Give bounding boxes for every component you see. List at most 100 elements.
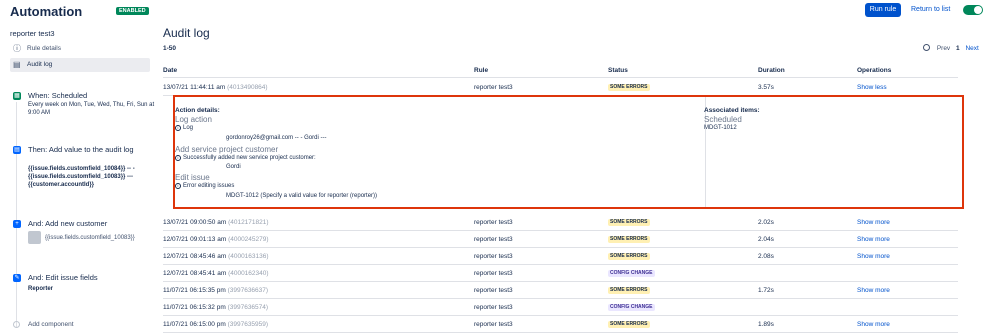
row-rule: reporter test3	[474, 253, 513, 260]
row-date: 12/07/21 09:01:13 am (4000245279)	[163, 236, 269, 243]
status-badge: SOME ERRORS	[608, 83, 650, 91]
top-bar: Automation ENABLED Run rule Return to li…	[0, 0, 999, 24]
row-status: SOME ERRORS	[608, 248, 650, 265]
row-rule: reporter test3	[474, 219, 513, 226]
table-row: 13/07/21 11:44:11 am (4013490864) report…	[163, 79, 958, 96]
row-date: 11/07/21 06:15:35 pm (3997636637)	[163, 287, 269, 294]
enabled-badge: ENABLED	[116, 7, 149, 15]
status-badge: SOME ERRORS	[608, 218, 650, 226]
table-row: 11/07/21 06:15:35 pm (3997636637) reporte…	[163, 282, 958, 299]
row-date: 13/07/21 11:44:11 am (4013490864)	[163, 84, 268, 91]
row-duration: 1.72s	[758, 287, 774, 294]
info-icon: ⓘ	[13, 44, 21, 53]
sidebar-item-label: Audit log	[27, 61, 53, 68]
row-duration: 2.08s	[758, 253, 774, 260]
rule-name: reporter test3	[10, 29, 55, 38]
sidebar-item-audit-log[interactable]: ▤ Audit log	[10, 58, 150, 72]
status-badge: SOME ERRORS	[608, 286, 650, 294]
status-badge: SOME ERRORS	[608, 320, 650, 328]
sidebar: reporter test3 ⓘ Rule details ▤ Audit lo…	[0, 24, 154, 336]
associated-items-heading: Associated items:	[704, 107, 760, 114]
info-icon: i	[175, 125, 181, 131]
pagination: Prev 1 Next	[923, 44, 979, 52]
row-duration: 2.02s	[758, 219, 774, 226]
page-title: Audit log	[163, 26, 210, 40]
add-customer-icon: +	[13, 220, 21, 228]
row-status: SOME ERRORS	[608, 316, 650, 333]
component-title: And: Add new customer	[28, 219, 108, 228]
log-icon: ▤	[13, 146, 21, 154]
column-rule: Rule	[474, 67, 489, 74]
avatar	[28, 231, 41, 244]
row-status: SOME ERRORS	[608, 231, 650, 248]
show-less-link[interactable]: Show less	[857, 79, 887, 96]
calendar-icon: ▦	[13, 92, 21, 100]
component-title: And: Edit issue fields	[28, 273, 98, 282]
result-range: 1-50	[163, 45, 177, 52]
show-more-link[interactable]: Show more	[857, 282, 890, 299]
row-status: CONFIG CHANGE	[608, 265, 655, 282]
info-icon: i	[175, 155, 181, 161]
row-duration: 3.57s	[758, 84, 774, 91]
component-title: Then: Add value to the audit log	[28, 145, 134, 154]
row-rule: reporter test3	[474, 236, 513, 243]
row-rule: reporter test3	[474, 287, 513, 294]
table-row: 11/07/21 06:15:32 pm (3997636574) reporte…	[163, 299, 958, 316]
edit-issue-value: MDGT-1012 (Specify a valid value for rep…	[226, 193, 378, 199]
row-duration: 2.04s	[758, 236, 774, 243]
row-duration: 1.89s	[758, 321, 774, 328]
status-badge: SOME ERRORS	[608, 252, 650, 260]
component-subtitle: Reporter	[28, 286, 54, 292]
add-customer-heading: Add service project customer	[175, 145, 279, 154]
component-subtitle: {{issue.fields.customfield_10084}} -- - …	[28, 166, 135, 188]
show-more-link[interactable]: Show more	[857, 316, 890, 333]
row-rule: reporter test3	[474, 304, 513, 311]
show-more-link[interactable]: Show more	[857, 231, 890, 248]
table-row: 13/07/21 09:00:50 am (4012171821) reporte…	[163, 214, 958, 231]
row-rule: reporter test3	[474, 321, 513, 328]
row-date: 13/07/21 09:00:50 am (4012171821)	[163, 219, 269, 226]
column-status: Status	[608, 67, 628, 74]
return-to-list-link[interactable]: Return to list	[911, 6, 950, 13]
component-add-audit-log[interactable]: ▤ Then: Add value to the audit log {{iss…	[10, 145, 150, 195]
edit-issue-message: i Error editing issues	[175, 183, 234, 189]
row-status: SOME ERRORS	[608, 214, 650, 231]
edit-issue-heading: Edit issue	[175, 173, 210, 182]
column-operations: Operations	[857, 67, 892, 74]
sidebar-item-rule-details[interactable]: ⓘ Rule details	[10, 42, 150, 56]
document-icon: ▤	[13, 60, 21, 69]
table-row: 12/07/21 08:45:41 am (4000162340) reporte…	[163, 265, 958, 282]
table-row: 11/07/21 06:15:00 pm (3997635959) reporte…	[163, 316, 958, 333]
show-more-link[interactable]: Show more	[857, 214, 890, 231]
add-component-dot	[13, 321, 20, 328]
add-customer-value: Gordi	[226, 164, 241, 170]
show-more-link[interactable]: Show more	[857, 248, 890, 265]
row-date: 12/07/21 08:45:46 am (4000163136)	[163, 253, 269, 260]
run-rule-button[interactable]: Run rule	[865, 3, 901, 17]
scheduled-label: Scheduled	[704, 115, 742, 124]
next-page-button[interactable]: Next	[965, 45, 978, 52]
table-row: 12/07/21 09:01:13 am (4000245279) reporte…	[163, 231, 958, 248]
row-date: 12/07/21 08:45:41 am (4000162340)	[163, 270, 269, 277]
add-component-link[interactable]: Add component	[28, 321, 74, 328]
issue-link[interactable]: MDGT-1012	[704, 125, 737, 131]
action-details-heading: Action details:	[175, 107, 220, 114]
row-rule: reporter test3	[474, 270, 513, 277]
row-status: CONFIG CHANGE	[608, 299, 655, 316]
component-when-scheduled[interactable]: ▦ When: Scheduled Every week on Mon, Tue…	[10, 91, 154, 131]
component-add-customer[interactable]: + And: Add new customer {{issue.fields.c…	[10, 219, 150, 249]
pencil-icon: ✎	[13, 274, 21, 282]
row-status: SOME ERRORS	[608, 282, 650, 299]
log-label: i Log	[175, 125, 193, 131]
row-status: SOME ERRORS	[608, 79, 650, 96]
component-edit-issue[interactable]: ✎ And: Edit issue fields Reporter	[10, 273, 150, 297]
prev-page-button[interactable]: Prev	[937, 45, 950, 52]
status-badge: CONFIG CHANGE	[608, 269, 655, 277]
info-icon: i	[175, 183, 181, 189]
log-value: gordonroy26@gmail.com -- - Gordi ---	[226, 135, 327, 141]
status-badge: SOME ERRORS	[608, 235, 650, 243]
rule-enabled-toggle[interactable]	[963, 5, 983, 15]
column-date: Date	[163, 67, 178, 74]
status-badge: CONFIG CHANGE	[608, 303, 655, 311]
component-title: When: Scheduled	[28, 91, 88, 100]
